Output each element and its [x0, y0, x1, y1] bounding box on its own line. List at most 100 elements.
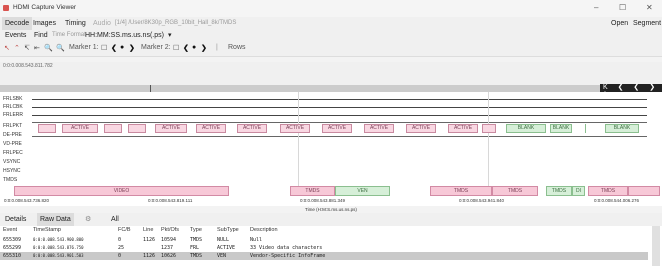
- cell-subtype: ACTIVE: [217, 245, 236, 251]
- tmds-ven-bar[interactable]: VEN: [335, 186, 390, 196]
- tmds-bar[interactable]: TMDS: [588, 186, 628, 196]
- signal-label: FRLPKT: [3, 123, 23, 129]
- col-header[interactable]: Event: [3, 227, 17, 233]
- table-row-selected[interactable]: 655310 0:0:0.008.543.901.503 0 1126 1062…: [0, 252, 648, 260]
- cell-timestamp: 0:0:0.008.543.876.750: [33, 245, 84, 250]
- maximize-button[interactable]: ☐: [619, 3, 626, 12]
- grid-line: [488, 92, 489, 189]
- detail-tab-bar: Details Raw Data ⚙ All: [0, 213, 662, 226]
- tmds-bar[interactable]: TMDS: [290, 186, 335, 196]
- cell-subtype: VEN: [217, 253, 227, 259]
- packet-block[interactable]: [38, 124, 56, 133]
- chevron-down-icon[interactable]: ▾: [168, 29, 172, 42]
- signal-label: DE-PRE: [3, 132, 22, 138]
- tmds-bar[interactable]: TMDS: [492, 186, 538, 196]
- col-header[interactable]: Pkt/Ofs: [161, 227, 179, 233]
- signal-line: [32, 99, 647, 100]
- cursor-icon[interactable]: ↖: [4, 44, 10, 52]
- settings-icon[interactable]: ⚙: [82, 213, 94, 226]
- table-row[interactable]: 655309 0:0:0.008.543.900.800 0 1126 1059…: [0, 236, 648, 244]
- packet-blank[interactable]: BLANK: [506, 124, 546, 133]
- tab-details[interactable]: Details: [2, 213, 29, 226]
- toolbar-separator: |: [216, 44, 218, 51]
- segment-button[interactable]: Segment: [633, 17, 661, 30]
- time-format-label: Time Format: [52, 32, 86, 38]
- col-header[interactable]: Type: [190, 227, 202, 233]
- packet-block[interactable]: [482, 124, 496, 133]
- tmds-bar[interactable]: TMDS: [546, 186, 572, 196]
- cell-pkt: 1237: [161, 245, 174, 251]
- table-scrollbar[interactable]: [652, 226, 660, 266]
- packet-blank[interactable]: BLANK: [550, 124, 572, 133]
- cell-type: TMDS: [190, 253, 203, 259]
- fit-icon[interactable]: ↸: [24, 44, 30, 52]
- marker2-checkbox[interactable]: ☐: [173, 44, 179, 52]
- packet-active[interactable]: ACTIVE: [448, 124, 478, 133]
- overview-window-start[interactable]: [150, 85, 151, 92]
- tmds-di-bar[interactable]: DI: [572, 186, 585, 196]
- minimize-button[interactable]: –: [594, 3, 598, 12]
- close-button[interactable]: ✕: [646, 3, 653, 12]
- cell-description: Null: [250, 237, 263, 243]
- filter-all[interactable]: All: [108, 213, 122, 226]
- pan-icon[interactable]: ⌃: [14, 44, 20, 52]
- packet-active[interactable]: ACTIVE: [280, 124, 310, 133]
- zoom-in-icon[interactable]: 🔍: [44, 44, 53, 52]
- cell-line: 1126: [143, 253, 156, 259]
- signal-line: [32, 115, 647, 116]
- cell-timestamp: 0:0:0.008.543.900.800: [33, 237, 84, 242]
- signal-label: FRLERR: [3, 112, 24, 118]
- col-header[interactable]: FC/B: [118, 227, 131, 233]
- ruler-timestamp: 0:0:0.008.543.811.782: [3, 63, 53, 69]
- packet-active[interactable]: ACTIVE: [237, 124, 267, 133]
- tmds-video-bar[interactable]: VIDEO: [14, 186, 229, 196]
- marker2-dot-icon[interactable]: ●: [192, 44, 196, 51]
- col-header[interactable]: TimeStamp: [33, 227, 61, 233]
- marker1-dot-icon[interactable]: ●: [120, 44, 124, 51]
- time-tick: 0:0:0.008.543.941.840: [459, 198, 505, 203]
- toolbar: ↖ ⌃ ↸ ⇤ 🔍 🔍 Marker 1: ☐ ❮ ● ❯ Marker 2: …: [0, 42, 662, 57]
- tab-raw-data[interactable]: Raw Data: [37, 213, 74, 226]
- table-row[interactable]: 655299 0:0:0.008.543.876.750 25 1237 FRL…: [0, 244, 648, 252]
- marker1-checkbox[interactable]: ☐: [101, 44, 107, 52]
- time-axis-caption: Time (H:M:S.ms.us.ns.ps): [305, 207, 357, 212]
- cell-event: 655310: [3, 253, 22, 259]
- col-header[interactable]: SubType: [217, 227, 239, 233]
- cell-fcb: 0: [118, 237, 122, 243]
- cell-pkt: 10594: [161, 237, 177, 243]
- signal-label: VD-PRE: [3, 141, 22, 147]
- packet-active[interactable]: ACTIVE: [406, 124, 436, 133]
- packet-active[interactable]: ACTIVE: [364, 124, 394, 133]
- grid-line: [298, 92, 299, 189]
- open-button[interactable]: Open: [611, 17, 628, 30]
- col-header[interactable]: Line: [143, 227, 153, 233]
- trace-view[interactable]: FRLSBK FRLCBK FRLERR FRLPKT DE-PRE VD-PR…: [0, 92, 662, 206]
- tmds-bar[interactable]: TMDS: [430, 186, 492, 196]
- packet-active[interactable]: ACTIVE: [62, 124, 98, 133]
- home-icon[interactable]: ⇤: [34, 44, 40, 52]
- marker2-prev-icon[interactable]: ❮: [183, 44, 189, 52]
- marker1-label: Marker 1:: [69, 44, 99, 51]
- time-tick: 0:0:0.008.543.819.111: [148, 198, 193, 203]
- tmds-bar[interactable]: [628, 186, 660, 196]
- packet-active[interactable]: ACTIVE: [155, 124, 187, 133]
- packet-block[interactable]: [104, 124, 122, 133]
- marker2-next-icon[interactable]: ❯: [201, 44, 207, 52]
- find-tab[interactable]: Find: [31, 29, 51, 42]
- packet-active[interactable]: ACTIVE: [196, 124, 226, 133]
- rows-button[interactable]: Rows: [228, 44, 246, 51]
- zoom-out-icon[interactable]: 🔍: [56, 44, 65, 52]
- packet-blank[interactable]: BLANK: [605, 124, 639, 133]
- marker1-prev-icon[interactable]: ❮: [111, 44, 117, 52]
- time-format-select[interactable]: HH:MM:SS.ms.us.ns(.ps): [85, 29, 164, 42]
- signal-label: HSYNC: [3, 168, 21, 174]
- cell-description: 33 Video data characters: [250, 245, 323, 251]
- cell-timestamp: 0:0:0.008.543.901.503: [33, 253, 84, 258]
- col-header[interactable]: Description: [250, 227, 278, 233]
- marker1-next-icon[interactable]: ❯: [129, 44, 135, 52]
- packet-active[interactable]: ACTIVE: [322, 124, 352, 133]
- events-tab[interactable]: Events: [2, 29, 29, 42]
- signal-line: [32, 107, 647, 108]
- packet-block[interactable]: [128, 124, 146, 133]
- overview-ruler[interactable]: 0:0:0.008.543.811.782 K ❮ ❮ ❯ ❯ K: [0, 62, 662, 99]
